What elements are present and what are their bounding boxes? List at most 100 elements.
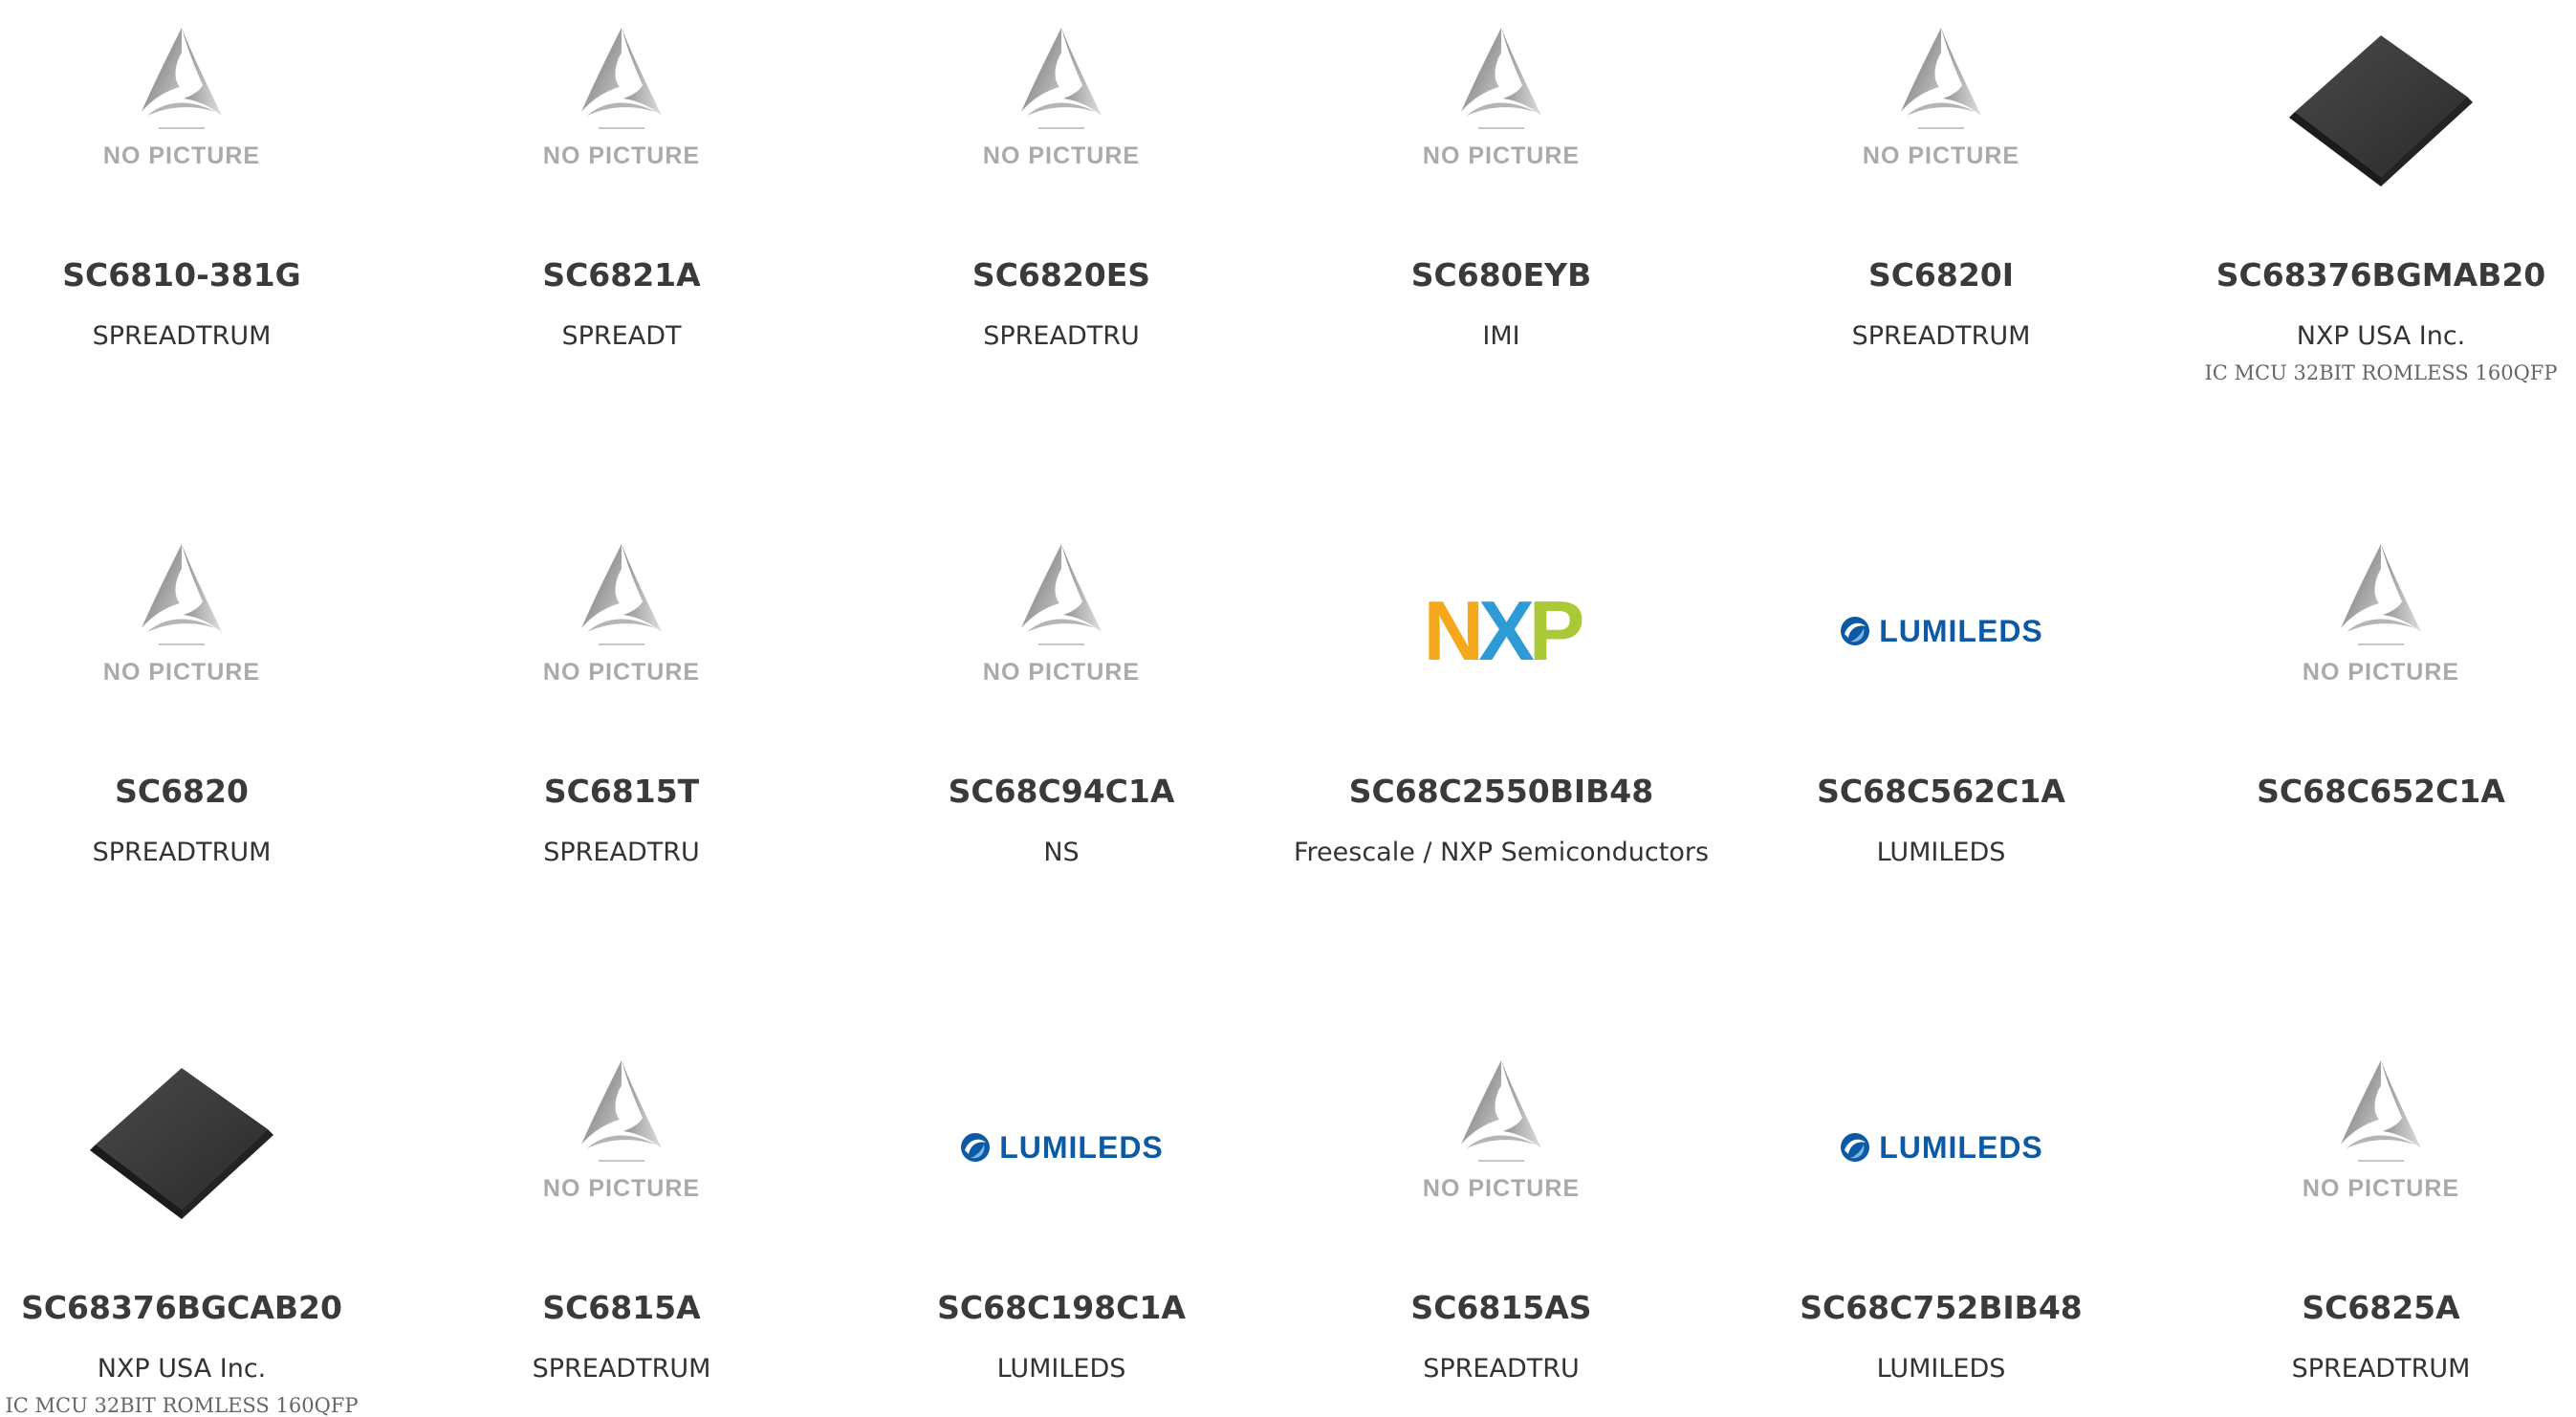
lumileds-wordmark: LUMILEDS xyxy=(999,1129,1164,1165)
nxp-logo-n: N xyxy=(1423,583,1485,678)
product-image[interactable] xyxy=(2161,0,2576,229)
product-image[interactable]: NO PICTURE xyxy=(0,516,402,746)
product-image[interactable]: NO PICTURE xyxy=(1281,0,1721,229)
divider xyxy=(1038,643,1084,645)
product-image[interactable]: N X P xyxy=(1281,516,1721,746)
product-part-number[interactable]: SC6815AS xyxy=(1281,1289,1721,1326)
product-manufacturer: SPREADTRU xyxy=(1423,1354,1580,1384)
product-card[interactable]: NO PICTURE SC6820 SPREADTRUM xyxy=(0,516,402,956)
product-part-number[interactable]: SC68C652C1A xyxy=(2161,773,2576,810)
product-card[interactable]: LUMILEDS SC68C562C1A LUMILEDS xyxy=(1721,516,2161,956)
product-part-number[interactable]: SC68C562C1A xyxy=(1721,773,2161,810)
product-part-number[interactable]: SC68C2550BIB48 xyxy=(1281,773,1721,810)
product-part-number[interactable]: SC6810-381G xyxy=(0,256,402,294)
no-picture-label: NO PICTURE xyxy=(542,1175,701,1202)
brand-a-icon xyxy=(142,28,222,116)
brand-a-icon xyxy=(581,544,662,632)
no-picture-label: NO PICTURE xyxy=(542,659,701,686)
divider xyxy=(599,127,644,129)
nxp-logo-p: P xyxy=(1528,583,1585,678)
product-image[interactable]: NO PICTURE xyxy=(2161,516,2576,746)
product-image[interactable]: NO PICTURE xyxy=(402,516,841,746)
product-part-number[interactable]: SC6825A xyxy=(2161,1289,2576,1326)
product-manufacturer: IMI xyxy=(1482,321,1520,351)
product-image[interactable]: NO PICTURE xyxy=(1721,0,2161,229)
product-part-number[interactable]: SC6821A xyxy=(402,256,841,294)
no-picture-label: NO PICTURE xyxy=(1422,142,1581,169)
product-image[interactable]: NO PICTURE xyxy=(841,516,1281,746)
lumileds-logo: LUMILEDS xyxy=(1839,614,2043,649)
product-card[interactable]: LUMILEDS SC68C752BIB48 LUMILEDS xyxy=(1721,1033,2161,1417)
product-card[interactable]: NO PICTURE SC68C652C1A xyxy=(2161,516,2576,956)
product-part-number[interactable]: SC6820ES xyxy=(841,256,1281,294)
product-image[interactable]: NO PICTURE xyxy=(841,0,1281,229)
no-picture-label: NO PICTURE xyxy=(102,659,261,686)
product-part-number[interactable]: SC68376BGCAB20 xyxy=(0,1289,402,1326)
no-picture-placeholder: NO PICTURE xyxy=(526,1057,717,1238)
no-picture-placeholder: NO PICTURE xyxy=(526,24,717,206)
product-manufacturer: SPREADTRUM xyxy=(2291,1354,2471,1384)
divider xyxy=(159,127,205,129)
no-picture-placeholder: NO PICTURE xyxy=(1406,24,1597,206)
product-card[interactable]: NO PICTURE SC6810-381G SPREADTRUM xyxy=(0,0,402,440)
product-image[interactable]: NO PICTURE xyxy=(0,0,402,229)
product-card[interactable]: LUMILEDS SC68C198C1A LUMILEDS xyxy=(841,1033,1281,1417)
product-image[interactable] xyxy=(0,1033,402,1262)
product-image[interactable]: LUMILEDS xyxy=(841,1033,1281,1262)
product-card[interactable]: NO PICTURE SC6820ES SPREADTRU xyxy=(841,0,1281,440)
product-part-number[interactable]: SC68C752BIB48 xyxy=(1721,1289,2161,1326)
product-card[interactable]: NO PICTURE SC6821A SPREADT xyxy=(402,0,841,440)
no-picture-placeholder: NO PICTURE xyxy=(86,24,277,206)
product-image[interactable]: LUMILEDS xyxy=(1721,516,2161,746)
product-manufacturer: LUMILEDS xyxy=(996,1354,1126,1384)
qfp-chip-image xyxy=(90,1068,273,1219)
product-image[interactable]: NO PICTURE xyxy=(402,0,841,229)
product-card[interactable]: NO PICTURE SC680EYB IMI xyxy=(1281,0,1721,440)
product-manufacturer: SPREADT xyxy=(561,321,682,351)
no-picture-placeholder: NO PICTURE xyxy=(2285,1057,2477,1238)
product-manufacturer: SPREADTRU xyxy=(983,321,1140,351)
lumileds-swirl-icon xyxy=(1841,617,1870,645)
no-picture-placeholder: NO PICTURE xyxy=(966,540,1157,722)
divider xyxy=(1478,127,1524,129)
product-description: IC MCU 32BIT ROMLESS 160QFP xyxy=(5,1394,359,1417)
product-part-number[interactable]: SC680EYB xyxy=(1281,256,1721,294)
no-picture-label: NO PICTURE xyxy=(1862,142,2020,169)
no-picture-label: NO PICTURE xyxy=(2302,659,2460,686)
product-manufacturer: NS xyxy=(1043,838,1080,867)
no-picture-placeholder: NO PICTURE xyxy=(526,540,717,722)
product-manufacturer: SPREADTRUM xyxy=(1851,321,2031,351)
product-card[interactable]: NO PICTURE SC6825A SPREADTRUM xyxy=(2161,1033,2576,1417)
lumileds-wordmark: LUMILEDS xyxy=(1879,613,2043,648)
product-card[interactable]: NO PICTURE SC6820I SPREADTRUM xyxy=(1721,0,2161,440)
product-part-number[interactable]: SC68376BGMAB20 xyxy=(2161,256,2576,294)
product-card[interactable]: NO PICTURE SC68C94C1A NS xyxy=(841,516,1281,956)
brand-a-icon xyxy=(142,544,222,632)
product-card[interactable]: NO PICTURE SC6815AS SPREADTRU xyxy=(1281,1033,1721,1417)
product-card[interactable]: N X P SC68C2550BIB48 Freescale / NXP Sem… xyxy=(1281,516,1721,956)
product-image[interactable]: NO PICTURE xyxy=(1281,1033,1721,1262)
product-part-number[interactable]: SC6815A xyxy=(402,1289,841,1326)
product-part-number[interactable]: SC68C198C1A xyxy=(841,1289,1281,1326)
product-image[interactable]: NO PICTURE xyxy=(402,1033,841,1262)
product-image[interactable]: NO PICTURE xyxy=(2161,1033,2576,1262)
product-manufacturer: Freescale / NXP Semiconductors xyxy=(1293,838,1710,867)
product-part-number[interactable]: SC6820 xyxy=(0,773,402,810)
product-manufacturer: SPREADTRUM xyxy=(92,838,272,867)
product-card[interactable]: SC68376BGCAB20 NXP USA Inc. IC MCU 32BIT… xyxy=(0,1033,402,1417)
product-image[interactable]: LUMILEDS xyxy=(1721,1033,2161,1262)
product-card[interactable]: NO PICTURE SC6815A SPREADTRUM xyxy=(402,1033,841,1417)
product-manufacturer: NXP USA Inc. xyxy=(97,1354,267,1384)
nxp-logo-x: X xyxy=(1478,583,1535,678)
no-picture-placeholder: NO PICTURE xyxy=(1406,1057,1597,1238)
product-manufacturer: SPREADTRUM xyxy=(92,321,272,351)
divider xyxy=(1918,127,1964,129)
no-picture-label: NO PICTURE xyxy=(102,142,261,169)
product-part-number[interactable]: SC68C94C1A xyxy=(841,773,1281,810)
product-card[interactable]: NO PICTURE SC6815T SPREADTRU xyxy=(402,516,841,956)
lumileds-logo: LUMILEDS xyxy=(959,1130,1164,1166)
product-card[interactable]: SC68376BGMAB20 NXP USA Inc. IC MCU 32BIT… xyxy=(2161,0,2576,440)
brand-a-icon xyxy=(2341,544,2421,632)
product-part-number[interactable]: SC6820I xyxy=(1721,256,2161,294)
product-part-number[interactable]: SC6815T xyxy=(402,773,841,810)
